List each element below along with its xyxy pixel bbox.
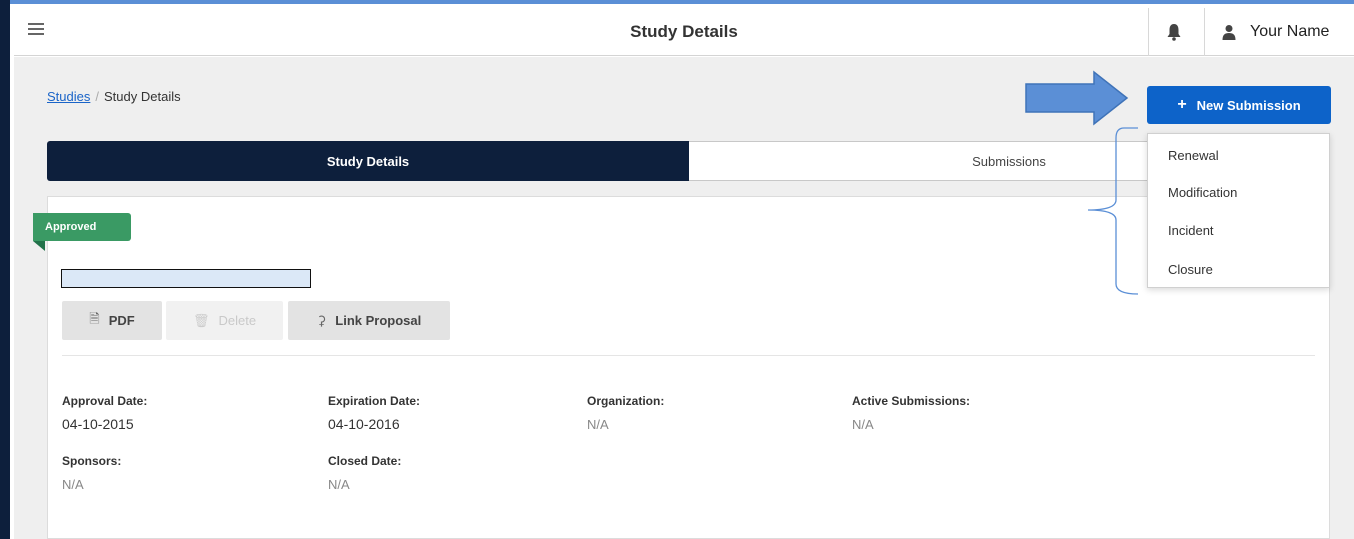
annotation-arrow-icon (1025, 70, 1129, 126)
study-title-field (61, 269, 311, 288)
link-icon: ⚳ (316, 312, 327, 328)
breadcrumb: Studies / Study Details (47, 89, 181, 104)
status-badge: Approved (33, 213, 131, 241)
pdf-button[interactable]: 🗎 PDF (62, 301, 162, 340)
breadcrumb-link-studies[interactable]: Studies (47, 89, 90, 104)
plus-icon: + (1177, 96, 1187, 113)
link-proposal-label: Link Proposal (335, 313, 422, 328)
annotation-brace-icon (1087, 127, 1139, 295)
header-divider (1204, 8, 1205, 56)
breadcrumb-current: Study Details (104, 89, 181, 104)
closed-date-label: Closed Date: (328, 454, 402, 468)
section-divider (62, 355, 1315, 356)
pdf-file-icon: 🗎 (89, 310, 100, 326)
expiration-date-label: Expiration Date: (328, 394, 421, 408)
new-submission-button[interactable]: + New Submission (1147, 86, 1331, 124)
header-divider (1148, 8, 1149, 56)
new-submission-label: New Submission (1196, 97, 1301, 113)
tab-study-details[interactable]: Study Details (47, 141, 689, 181)
delete-button[interactable]: 🗑 Delete (166, 301, 283, 340)
left-rail (0, 0, 10, 539)
breadcrumb-separator: / (95, 89, 99, 104)
page-title: Study Details (630, 22, 738, 41)
delete-button-label: Delete (218, 313, 257, 328)
pdf-button-label: PDF (108, 313, 135, 328)
user-name: Your Name (1250, 23, 1330, 40)
user-menu[interactable]: Your Name (1222, 21, 1329, 43)
menu-item-modification[interactable]: Modification (1168, 185, 1237, 200)
closed-date-value: N/A (328, 477, 350, 492)
active-submissions-value: N/A (852, 417, 874, 432)
approval-date-label: Approval Date: (62, 394, 148, 408)
expiration-date-value: 04-10-2016 (328, 416, 400, 432)
menu-icon[interactable] (28, 23, 44, 37)
organization-value: N/A (587, 417, 609, 432)
link-proposal-button[interactable]: ⚳ Link Proposal (288, 301, 450, 340)
menu-item-renewal[interactable]: Renewal (1168, 148, 1219, 163)
sponsors-label: Sponsors: (62, 454, 122, 468)
app-header: Study Details Your Name (14, 8, 1354, 56)
menu-item-closure[interactable]: Closure (1168, 262, 1213, 277)
bell-icon[interactable] (1166, 23, 1182, 41)
active-submissions-label: Active Submissions: (852, 394, 971, 408)
top-accent-line (0, 0, 1354, 4)
menu-item-incident[interactable]: Incident (1168, 223, 1214, 238)
sponsors-value: N/A (62, 477, 84, 492)
organization-label: Organization: (587, 394, 665, 408)
badge-ribbon-tail (33, 241, 45, 251)
user-icon (1222, 25, 1236, 40)
new-submission-menu: Renewal Modification Incident Closure (1147, 133, 1330, 288)
approval-date-value: 04-10-2015 (62, 416, 134, 432)
trash-icon: 🗑 (192, 312, 210, 328)
